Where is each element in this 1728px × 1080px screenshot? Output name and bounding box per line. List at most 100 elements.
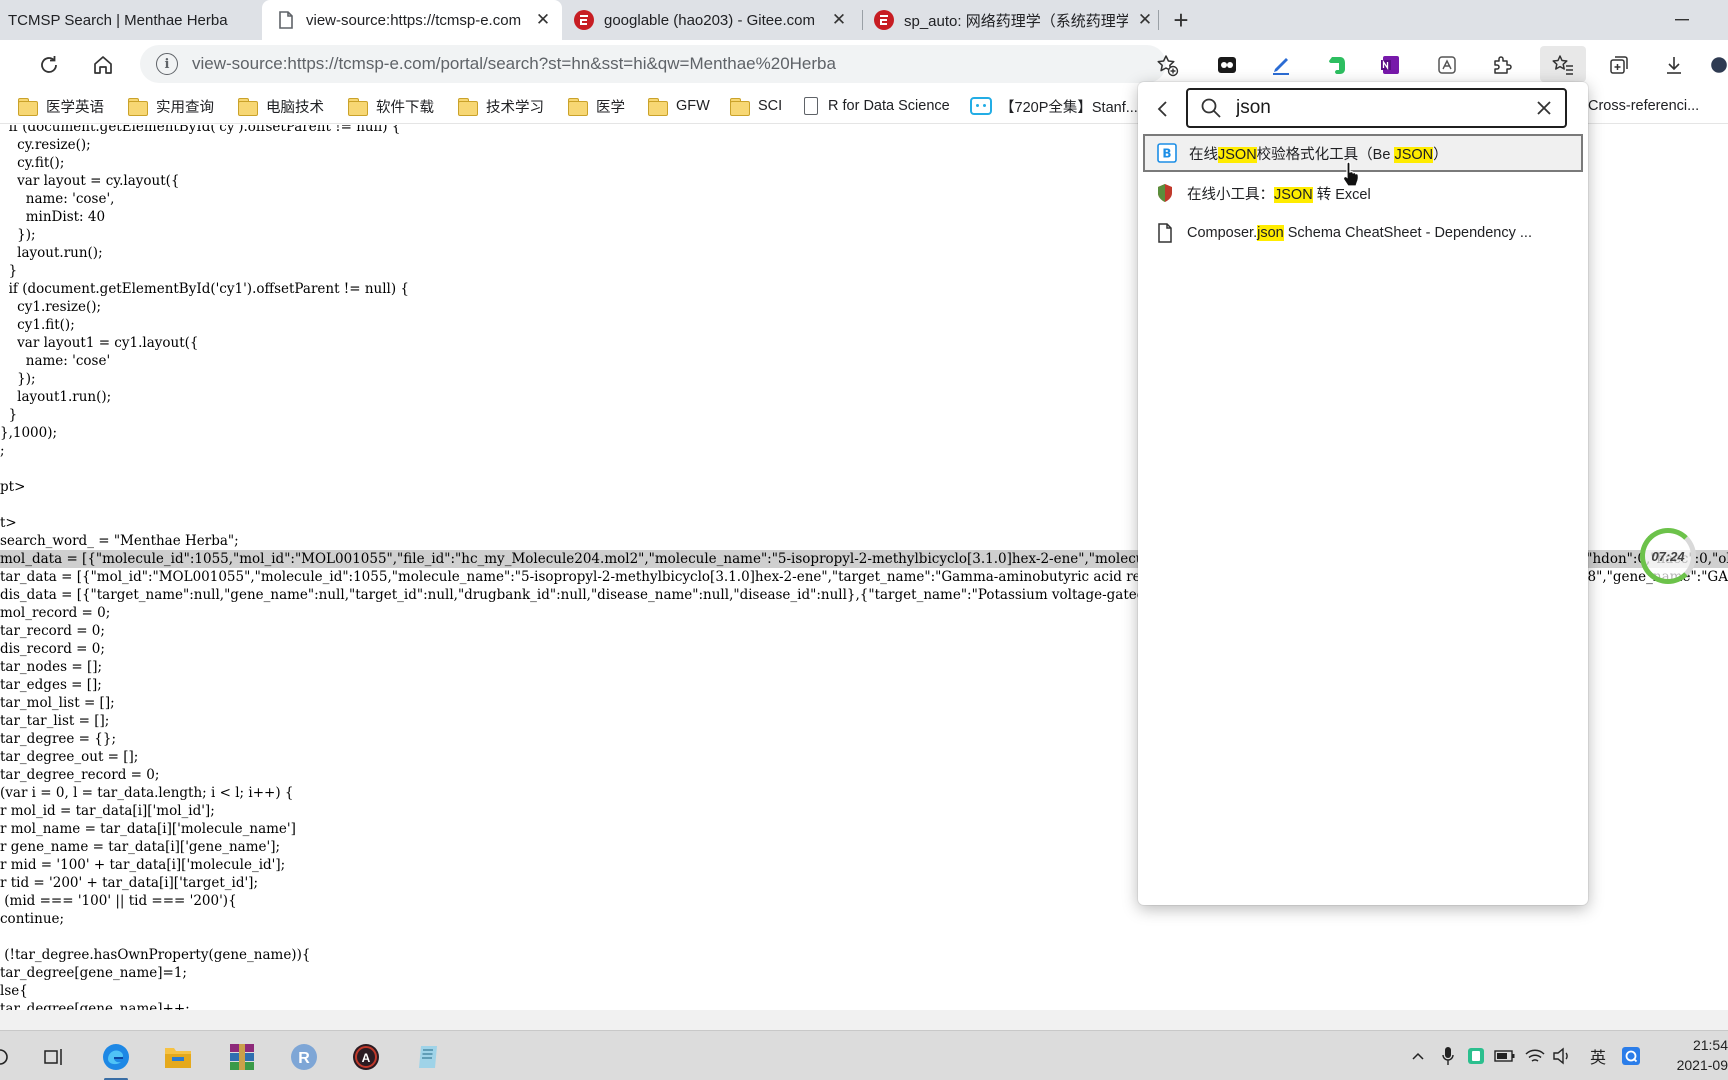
source-code-line: if (document.getElementById('cy').offset… (0, 125, 401, 135)
source-code-line: }); (0, 227, 36, 243)
source-code-line: tar_degree = {}; (0, 731, 117, 747)
close-tab-icon[interactable]: ✕ (1134, 9, 1156, 31)
favorites-search-input[interactable] (1236, 97, 1531, 119)
favorite-result-json-to-excel[interactable]: 在线小工具：JSON 转 Excel (1143, 174, 1583, 212)
bookmark-folder-diannaojishu[interactable]: 电脑技术 (238, 94, 324, 118)
bookmark-folder-shiyongchaxun[interactable]: 实用查询 (128, 94, 214, 118)
bookmark-folder-gfw[interactable]: GFW (648, 94, 710, 118)
input-method-indicator[interactable]: 英 (1586, 1045, 1610, 1067)
bookmark-folder-jishuxuexi[interactable]: 技术学习 (458, 94, 544, 118)
close-tab-icon[interactable]: ✕ (828, 9, 850, 31)
gitee-icon (874, 10, 894, 30)
bookmark-folder-yixueyingyu[interactable]: 医学英语 (18, 94, 104, 118)
bookmark-r-for-data-science[interactable]: R for Data Science (804, 94, 950, 118)
source-code-line: ; (0, 443, 5, 459)
address-bar[interactable]: i view-source:https://tcmsp-e.com/portal… (140, 45, 1166, 83)
source-code-line: tar_degree[gene_name]=1; (0, 965, 187, 981)
edge-taskbar-icon[interactable] (94, 1037, 138, 1080)
tab-sp-auto[interactable]: sp_auto: 网络药理学（系统药理学 ✕ (874, 0, 1156, 40)
source-code-line: r mol_id = tar_data[i]['mol_id']; (0, 803, 215, 819)
evernote-icon[interactable] (1320, 48, 1354, 82)
bookmark-label: 医学英语 (46, 99, 104, 116)
clear-search-icon[interactable] (1531, 95, 1557, 121)
horizontal-scrollbar[interactable] (0, 1010, 1728, 1030)
folder-icon (128, 98, 148, 116)
favorite-result-composer-json[interactable]: Composer.json Schema CheatSheet - Depend… (1143, 214, 1583, 252)
bookmark-label: 【720P全集】Stanf... (1000, 99, 1138, 116)
bookmark-folder-sci[interactable]: SCI (730, 94, 782, 118)
show-hidden-icons-chevron[interactable] (1408, 1045, 1428, 1067)
source-code-line: tar_nodes = []; (0, 659, 103, 675)
profile-avatar[interactable] (1710, 48, 1728, 82)
minimize-button[interactable] (1664, 6, 1700, 34)
bookmark-label: 电脑技术 (266, 99, 324, 116)
app-a-icon[interactable]: A (344, 1037, 388, 1077)
favorites-search-box (1186, 88, 1567, 128)
back-arrow-icon[interactable] (1150, 96, 1176, 122)
app-tray-icon[interactable] (1466, 1045, 1486, 1067)
timer-text: 07:24 (1651, 548, 1685, 564)
source-code-line: tar_edges = []; (0, 677, 102, 693)
tab-gitee-googlable[interactable]: googlable (hao203) - Gitee.com ✕ (574, 0, 850, 40)
source-code-line: mol_record = 0; (0, 605, 111, 621)
new-tab-button[interactable]: + (1166, 5, 1196, 35)
address-url[interactable]: view-source:https://tcmsp-e.com/portal/s… (192, 54, 836, 74)
source-code-line: }); (0, 371, 36, 387)
tab-title: view-source:https://tcmsp-e.com (306, 11, 522, 29)
favorite-result-bejson[interactable]: B 在线JSON校验格式化工具（Be JSON） (1143, 134, 1583, 172)
file-explorer-icon[interactable] (156, 1037, 200, 1077)
winrar-icon[interactable] (220, 1037, 264, 1077)
onenote-icon[interactable] (1374, 48, 1408, 82)
page-icon (1155, 223, 1175, 243)
wifi-icon[interactable] (1524, 1045, 1546, 1067)
source-code-line: minDist: 40 (0, 209, 106, 225)
info-icon[interactable]: i (156, 53, 178, 75)
translate-extension-icon[interactable] (1430, 48, 1464, 82)
downloads-icon[interactable] (1657, 48, 1691, 82)
tab-strip: TCMSP Search | Menthae Herba view-source… (0, 0, 1728, 40)
source-code-line: continue; (0, 911, 65, 927)
source-code-line: r mol_name = tar_data[i]['molecule_name'… (0, 821, 296, 837)
system-clock[interactable]: 21:54 2021-09 (1658, 1035, 1728, 1075)
bookmark-folder-yixue[interactable]: 医学 (568, 94, 625, 118)
source-code-line: dis_record = 0; (0, 641, 105, 657)
source-code-line: tar_mol_list = []; (0, 695, 115, 711)
add-favorite-icon[interactable] (1150, 48, 1184, 82)
quick-app-icon[interactable] (1620, 1045, 1642, 1067)
bookmark-stanford-720p[interactable]: 【720P全集】Stanf... (970, 94, 1138, 118)
tab-title: TCMSP Search | Menthae Herba (8, 11, 228, 29)
bookmark-folder-ruanjianxiazai[interactable]: 软件下载 (348, 94, 434, 118)
microphone-icon[interactable] (1438, 1045, 1458, 1067)
search-circle-icon[interactable] (0, 1037, 22, 1077)
battery-icon[interactable] (1494, 1045, 1516, 1067)
notes-app-icon[interactable] (406, 1037, 450, 1077)
reload-button[interactable] (32, 48, 66, 82)
pen-extension-icon[interactable] (1264, 48, 1298, 82)
favorites-icon[interactable] (1546, 48, 1580, 82)
hand-cursor-icon (1342, 160, 1362, 188)
source-code-line: name: 'cose' (0, 353, 111, 369)
bookmark-cross-referencing[interactable]: Cross-referenci... (1588, 94, 1699, 118)
r-language-icon[interactable]: R (282, 1037, 326, 1077)
home-button[interactable] (86, 48, 120, 82)
document-icon (276, 10, 296, 30)
bookmark-label: 软件下载 (376, 99, 434, 116)
volume-icon[interactable] (1552, 1045, 1574, 1067)
bookmark-label: 技术学习 (486, 99, 544, 116)
tab-tcmsp-search[interactable]: TCMSP Search | Menthae Herba (8, 0, 258, 40)
source-code-line: var layout = cy.layout({ (0, 173, 180, 189)
folder-icon (238, 98, 258, 116)
extension-toolbar-icon[interactable] (1210, 48, 1244, 82)
source-code-line: tar_tar_list = []; (0, 713, 110, 729)
bookmark-label: 实用查询 (156, 99, 214, 116)
collections-icon[interactable] (1602, 48, 1636, 82)
page-icon (804, 97, 818, 115)
source-code-line: r mid = '100' + tar_data[i]['molecule_id… (0, 857, 286, 873)
source-code-line: (var i = 0, l = tar_data.length; i < l; … (0, 785, 294, 801)
extensions-puzzle-icon[interactable] (1485, 48, 1519, 82)
task-view-icon[interactable] (32, 1037, 76, 1077)
close-tab-icon[interactable]: ✕ (532, 9, 554, 31)
tab-view-source[interactable]: view-source:https://tcmsp-e.com ✕ (262, 0, 562, 40)
browser-toolbar: i view-source:https://tcmsp-e.com/portal… (0, 40, 1728, 88)
ime-label: 英 (1589, 1050, 1606, 1067)
